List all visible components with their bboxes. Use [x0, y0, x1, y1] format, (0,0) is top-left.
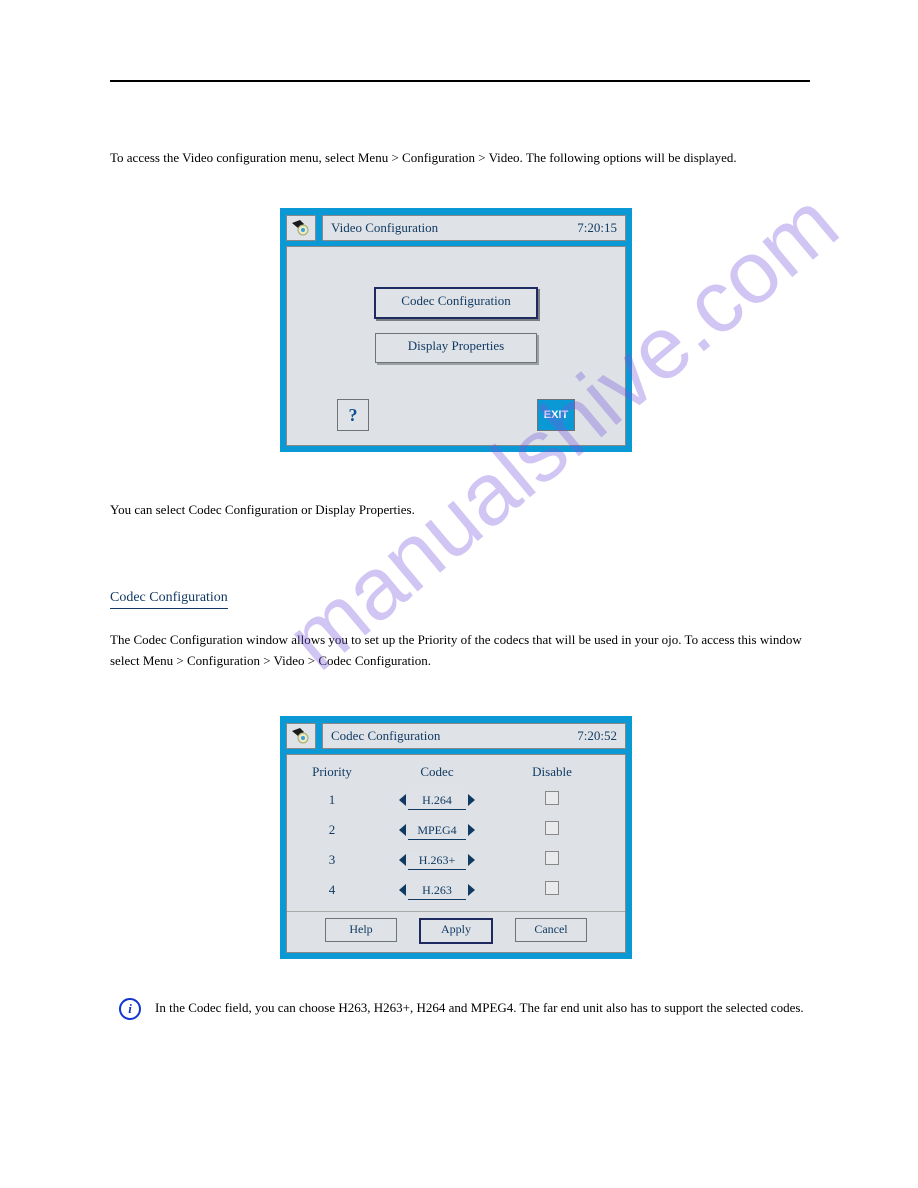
codec-value: H.263+ [408, 851, 466, 870]
chevron-left-icon[interactable] [399, 854, 406, 866]
app-icon [286, 215, 316, 241]
info-icon: i [119, 998, 141, 1020]
window-clock: 7:20:15 [577, 220, 617, 236]
codec-spinner[interactable]: H.263+ [399, 850, 475, 870]
codec-intro-paragraph: The Codec Configuration window allows yo… [110, 630, 810, 672]
exit-button[interactable]: EXIT [537, 399, 575, 431]
window-clock: 7:20:52 [577, 728, 617, 744]
codec-row-1: 1 H.264 [287, 785, 625, 815]
codec-row-4: 4 H.263 [287, 875, 625, 905]
info-row: i [119, 998, 141, 1020]
codec-table-header: Priority Codec Disable [287, 759, 625, 785]
codec-row-3: 3 H.263+ [287, 845, 625, 875]
video-config-window: Video Configuration 7:20:15 Codec Config… [280, 208, 632, 452]
help-button[interactable]: ? [337, 399, 369, 431]
codec-config-window: Codec Configuration 7:20:52 Priority Cod… [280, 716, 632, 959]
header-disable: Disable [497, 764, 607, 780]
chevron-left-icon[interactable] [399, 794, 406, 806]
chevron-right-icon[interactable] [468, 794, 475, 806]
display-properties-button[interactable]: Display Properties [375, 333, 537, 363]
chevron-right-icon[interactable] [468, 884, 475, 896]
disable-checkbox[interactable] [545, 791, 559, 805]
priority-value: 4 [287, 882, 377, 898]
codec-config-heading: Codec Configuration [110, 590, 228, 609]
chevron-left-icon[interactable] [399, 884, 406, 896]
codec-value: MPEG4 [408, 821, 466, 840]
dialog-footer: Help Apply Cancel [287, 911, 625, 952]
window-title-bar: Video Configuration 7:20:15 [322, 215, 626, 241]
chevron-right-icon[interactable] [468, 824, 475, 836]
window-title-text: Codec Configuration [331, 728, 440, 744]
app-icon [286, 723, 316, 749]
cancel-button[interactable]: Cancel [515, 918, 587, 942]
codec-spinner[interactable]: MPEG4 [399, 820, 475, 840]
priority-value: 1 [287, 792, 377, 808]
disable-checkbox[interactable] [545, 821, 559, 835]
priority-value: 2 [287, 822, 377, 838]
window-title-text: Video Configuration [331, 220, 438, 236]
priority-value: 3 [287, 852, 377, 868]
chevron-right-icon[interactable] [468, 854, 475, 866]
codec-value: H.263 [408, 881, 466, 900]
apply-button[interactable]: Apply [419, 918, 493, 944]
top-horizontal-rule [110, 80, 810, 82]
codec-value: H.264 [408, 791, 466, 810]
info-tip-text: In the Codec field, you can choose H263,… [155, 998, 805, 1019]
chevron-left-icon[interactable] [399, 824, 406, 836]
codec-configuration-button[interactable]: Codec Configuration [374, 287, 538, 319]
codec-row-2: 2 MPEG4 [287, 815, 625, 845]
intro-paragraph: To access the Video configuration menu, … [110, 148, 810, 169]
help-button[interactable]: Help [325, 918, 397, 942]
codec-spinner[interactable]: H.263 [399, 880, 475, 900]
choices-paragraph: You can select Codec Configuration or Di… [110, 500, 810, 521]
window-title-bar: Codec Configuration 7:20:52 [322, 723, 626, 749]
header-priority: Priority [287, 764, 377, 780]
header-codec: Codec [377, 764, 497, 780]
disable-checkbox[interactable] [545, 881, 559, 895]
disable-checkbox[interactable] [545, 851, 559, 865]
codec-spinner[interactable]: H.264 [399, 790, 475, 810]
